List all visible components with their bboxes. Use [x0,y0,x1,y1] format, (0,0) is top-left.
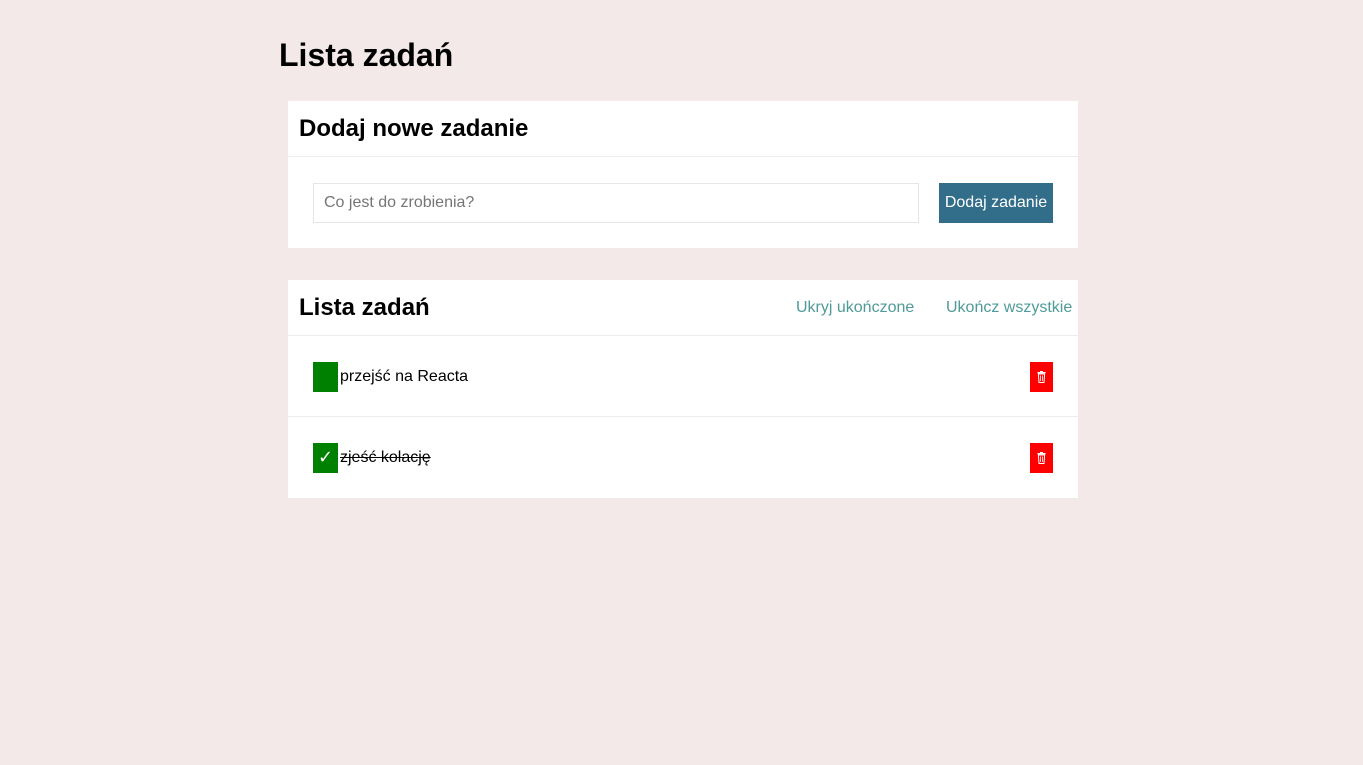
task-list-title: Lista zadań [299,294,430,321]
add-task-button[interactable]: Dodaj zadanie [939,183,1053,223]
delete-task-button[interactable] [1030,362,1053,392]
task-text: przejść na Reacta [340,368,469,385]
trash-icon [1037,371,1046,383]
hide-completed-button[interactable]: Ukryj ukończone [796,298,914,318]
add-task-section: Dodaj nowe zadanie Dodaj zadanie [288,101,1078,248]
task-checkbox[interactable] [313,362,338,392]
task-item: przejść na Reacta [288,337,1078,417]
task-item: ✓ zjeść kolację [288,418,1078,498]
delete-task-button[interactable] [1030,443,1053,473]
new-task-input[interactable] [313,183,919,223]
complete-all-button[interactable]: Ukończ wszystkie [946,298,1072,318]
trash-icon [1037,452,1046,464]
page-title: Lista zadań [279,37,454,73]
add-task-title: Dodaj nowe zadanie [299,115,529,142]
task-list-header: Lista zadań Ukryj ukończone Ukończ wszys… [288,280,1078,336]
check-icon: ✓ [317,447,334,468]
task-list-section: Lista zadań Ukryj ukończone Ukończ wszys… [288,280,1078,498]
add-task-header: Dodaj nowe zadanie [288,101,1078,157]
task-text: zjeść kolację [340,449,431,466]
task-checkbox[interactable]: ✓ [313,443,338,473]
